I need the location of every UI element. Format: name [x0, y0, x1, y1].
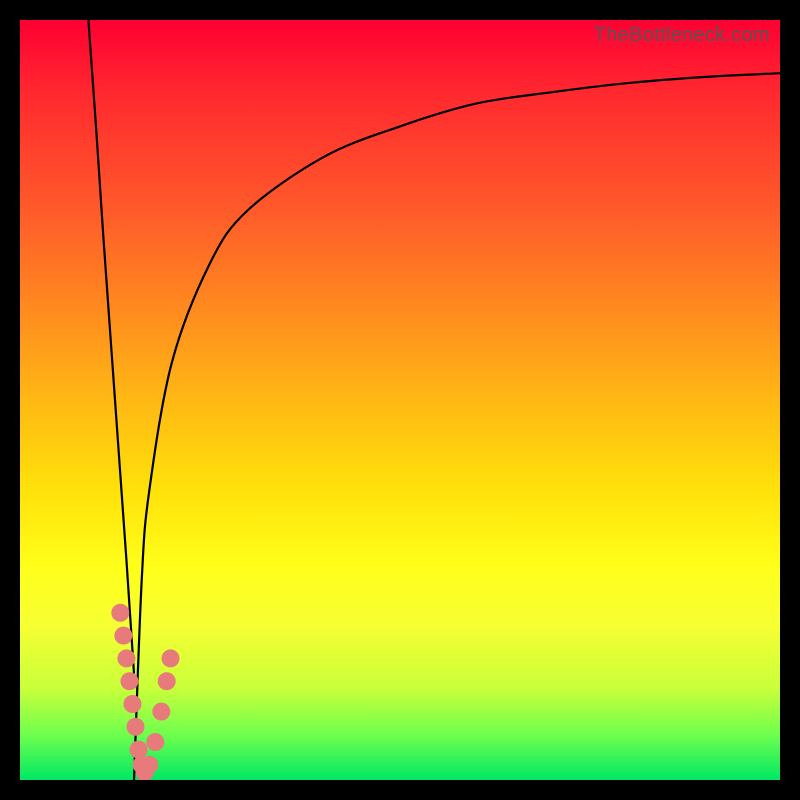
curve-right-arm [134, 73, 780, 780]
marker-dot [161, 649, 179, 667]
marker-dot [146, 733, 164, 751]
marker-dot [130, 741, 148, 759]
marker-cluster [111, 604, 179, 780]
marker-dot [117, 649, 135, 667]
chart-svg [20, 20, 780, 780]
marker-dot [127, 718, 145, 736]
marker-dot [120, 672, 138, 690]
marker-dot [152, 703, 170, 721]
marker-dot [114, 627, 132, 645]
marker-dot [111, 604, 129, 622]
plot-area: TheBottleneck.com [20, 20, 780, 780]
chart-frame: TheBottleneck.com [0, 0, 800, 800]
marker-dot [140, 756, 158, 774]
curve-left-arm [88, 20, 134, 674]
marker-dot [158, 672, 176, 690]
marker-dot [123, 695, 141, 713]
